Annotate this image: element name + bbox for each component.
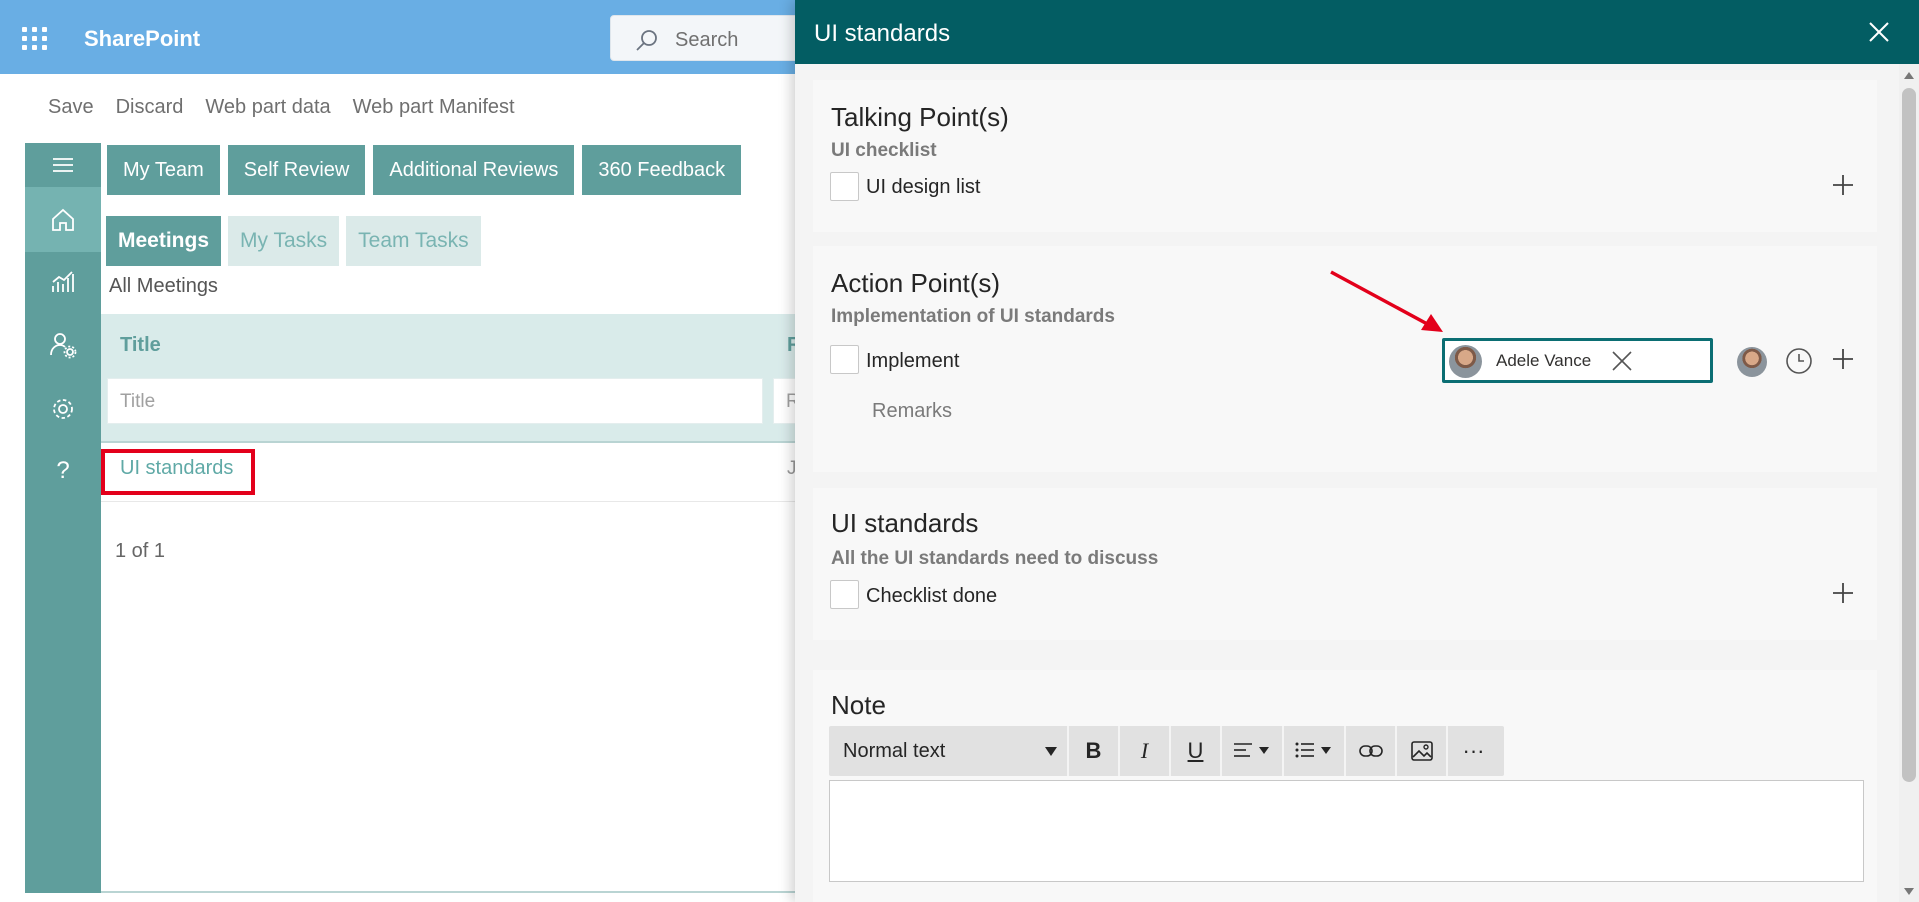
add-action-point-icon[interactable] (1831, 347, 1855, 371)
pager: 1 of 1 (115, 540, 166, 562)
implement-label: Implement (866, 350, 960, 372)
assignee-name: Adele Vance (1496, 351, 1592, 370)
scroll-thumb[interactable] (1902, 88, 1916, 782)
talking-points-card: Talking Point(s) UI checklist UI design … (813, 80, 1877, 232)
home-icon (52, 208, 74, 231)
annotation-arrow-icon (1330, 270, 1443, 332)
help-icon: ? (56, 457, 70, 484)
search-placeholder: Search (675, 29, 739, 51)
highlight-box (101, 449, 255, 495)
text-style-value: Normal text (843, 739, 946, 762)
scroll-up-icon[interactable] (1904, 72, 1914, 79)
nav-self-review[interactable]: Self Review (227, 145, 366, 195)
assigned-user-avatar[interactable] (1737, 347, 1767, 377)
align-button[interactable] (1222, 726, 1284, 776)
menu-icon (53, 158, 73, 172)
clock-icon[interactable] (1784, 346, 1814, 376)
image-icon (1410, 741, 1433, 761)
list-button[interactable] (1284, 726, 1346, 776)
scroll-down-icon[interactable] (1904, 888, 1914, 895)
discard-button[interactable]: Discard (116, 96, 184, 122)
column-title[interactable]: Title (120, 334, 161, 357)
nav-360-feedback[interactable]: 360 Feedback (582, 145, 742, 195)
ui-standards-subtitle: All the UI standards need to discuss (831, 548, 1159, 569)
details-panel: UI standards Talking Point(s) UI checkli… (795, 0, 1919, 902)
brand-title[interactable]: SharePoint (84, 26, 200, 52)
ui-standards-title: UI standards (831, 508, 979, 538)
menu-button[interactable] (25, 143, 101, 187)
note-editor[interactable] (829, 780, 1864, 882)
ui-design-list-label: UI design list (866, 176, 981, 198)
search-box[interactable]: Search (610, 15, 810, 61)
table-header: Title R Title R (101, 314, 813, 442)
assignee-persona: Adele Vance (1449, 344, 1633, 378)
main-content: My Team Self Review Additional Reviews 3… (101, 143, 813, 893)
close-icon[interactable] (1867, 20, 1891, 44)
rich-text-toolbar: Normal text B I U ··· (829, 726, 1504, 776)
remove-assignee-icon[interactable] (1611, 350, 1633, 372)
app-launcher-icon[interactable] (22, 27, 48, 50)
gear-icon (53, 399, 73, 419)
panel-header: UI standards (795, 0, 1919, 64)
underline-button[interactable]: U (1171, 726, 1222, 776)
link-button[interactable] (1346, 726, 1397, 776)
title-filter-input[interactable]: Title (107, 378, 763, 424)
more-options-button[interactable]: ··· (1448, 726, 1499, 776)
save-button[interactable]: Save (48, 96, 94, 122)
people-picker[interactable]: Adele Vance (1442, 338, 1713, 383)
nav-additional-reviews[interactable]: Additional Reviews (373, 145, 575, 195)
add-talking-point-icon[interactable] (1831, 173, 1855, 197)
align-left-icon (1234, 743, 1269, 757)
talking-points-title: Talking Point(s) (831, 102, 1009, 132)
avatar (1449, 344, 1482, 378)
settings-button[interactable] (25, 379, 101, 439)
add-ui-standard-icon[interactable] (1831, 581, 1855, 605)
title-filter-placeholder: Title (120, 391, 156, 412)
header-divider (101, 441, 801, 443)
bold-button[interactable]: B (1069, 726, 1120, 776)
reports-button[interactable] (25, 252, 101, 312)
chart-icon (52, 271, 74, 292)
row-divider (101, 501, 801, 502)
search-icon (636, 30, 657, 51)
remarks-field[interactable]: Remarks (872, 400, 952, 423)
web-part-manifest-button[interactable]: Web part Manifest (353, 96, 515, 122)
list-heading: All Meetings (109, 275, 218, 297)
italic-button[interactable]: I (1120, 726, 1171, 776)
bullet-list-icon (1295, 742, 1331, 758)
top-navigation: My Team Self Review Additional Reviews 3… (107, 145, 742, 195)
text-style-dropdown[interactable]: Normal text (829, 726, 1069, 776)
checklist-done-label: Checklist done (866, 585, 998, 607)
panel-title: UI standards (814, 20, 951, 47)
ui-standards-card: UI standards All the UI standards need t… (813, 488, 1877, 640)
tab-my-tasks[interactable]: My Tasks (228, 216, 340, 266)
ui-design-list-checkbox[interactable] (830, 172, 859, 201)
link-icon (1358, 745, 1383, 757)
home-button[interactable] (25, 187, 101, 252)
implement-checkbox[interactable] (830, 345, 859, 374)
people-settings-button[interactable] (25, 315, 101, 375)
talking-points-subtitle: UI checklist (831, 140, 937, 161)
nav-my-team[interactable]: My Team (107, 145, 220, 195)
person-settings-icon (50, 333, 77, 359)
left-rail: ? (25, 143, 101, 893)
panel-scrollbar[interactable] (1899, 64, 1919, 902)
web-part-data-button[interactable]: Web part data (205, 96, 330, 122)
action-points-subtitle: Implementation of UI standards (831, 306, 1115, 327)
chevron-down-icon (1045, 747, 1057, 756)
command-bar: Save Discard Web part data Web part Mani… (48, 96, 515, 122)
tab-team-tasks[interactable]: Team Tasks (346, 216, 481, 266)
help-button[interactable]: ? (25, 441, 101, 501)
sub-tabs: Meetings My Tasks Team Tasks (106, 216, 481, 266)
tab-meetings[interactable]: Meetings (106, 216, 222, 266)
checklist-done-checkbox[interactable] (830, 580, 859, 609)
note-title: Note (831, 690, 886, 720)
image-button[interactable] (1397, 726, 1448, 776)
action-points-title: Action Point(s) (831, 268, 1001, 298)
